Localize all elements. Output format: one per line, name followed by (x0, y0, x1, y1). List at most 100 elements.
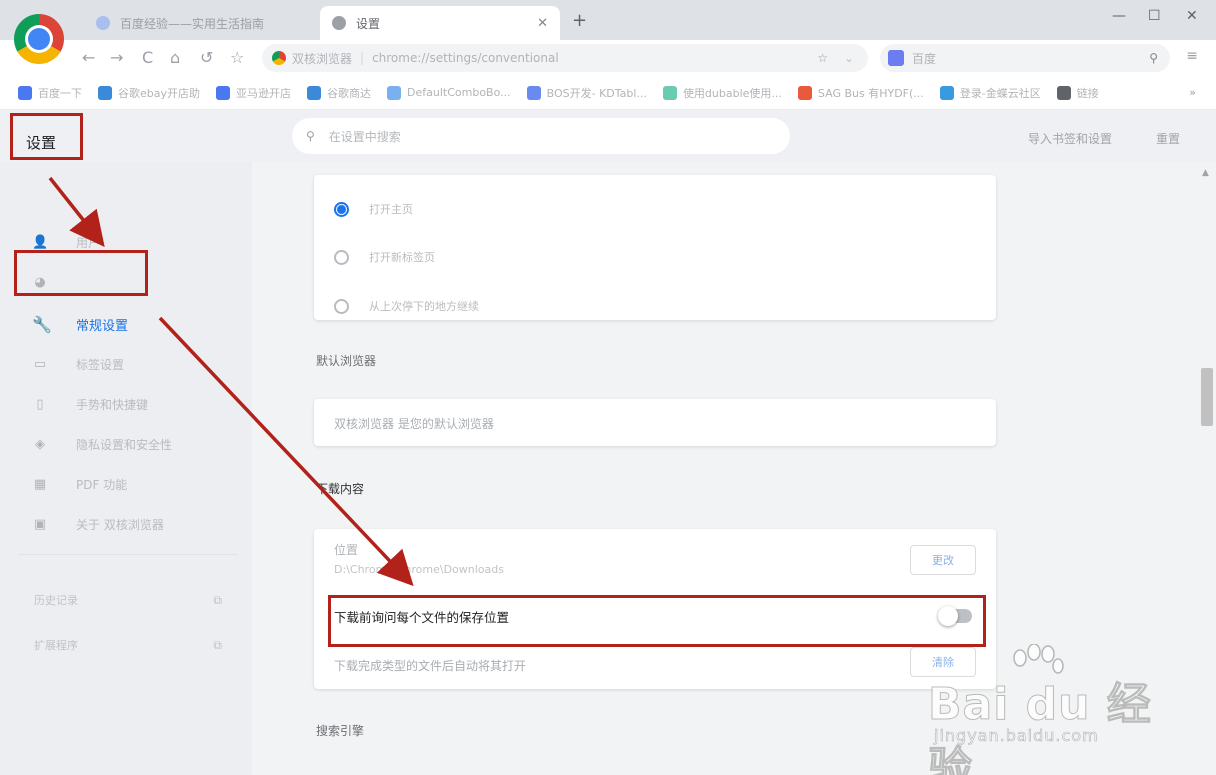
reload-icon[interactable]: C (142, 48, 153, 67)
bookmark-item[interactable]: 谷歌商达 (307, 85, 371, 101)
ask-save-location-row[interactable]: 下载前询问每个文件的保存位置 (314, 597, 996, 647)
bookmark-label: 百度一下 (38, 86, 82, 100)
bookmark-item[interactable]: BOS开发- KDTabl... (526, 85, 647, 101)
sidebar-item-palette[interactable]: ◕ (32, 270, 76, 294)
menu-icon[interactable]: ≡ (1186, 48, 1198, 64)
tab-icon: ▭ (33, 356, 47, 372)
sidebar-item-shield[interactable]: ◈ 隐私设置和安全性 (32, 432, 172, 456)
reset-link[interactable]: 重置 (1156, 130, 1180, 147)
shield-icon: ◈ (35, 436, 45, 452)
new-tab-button[interactable]: + (572, 10, 587, 31)
bookmark-icon (307, 85, 322, 100)
bookmark-item[interactable]: 谷歌ebay开店助 (98, 85, 200, 101)
sidebar-item-pdf[interactable]: ▦ PDF 功能 (32, 472, 127, 496)
scroll-thumb[interactable] (1201, 368, 1213, 426)
divider: | (360, 51, 365, 65)
url-text: chrome://settings/conventional (372, 51, 559, 65)
paw-icon (96, 16, 110, 30)
bookmark-label: 登录-金蝶云社区 (959, 86, 1041, 100)
sidebar-link-extensions[interactable]: 扩展程序 ⧉ (34, 635, 222, 655)
scrollbar[interactable]: ▲ (1198, 162, 1216, 775)
ask-save-location-label: 下载前询问每个文件的保存位置 (334, 610, 510, 625)
change-location-button[interactable]: 更改 (910, 545, 976, 575)
forward-icon[interactable]: → (110, 48, 123, 67)
bookmark-label: 链接 (1076, 86, 1099, 100)
sidebar-item-label: 手势和快捷键 (76, 397, 149, 412)
bookmark-icon (387, 85, 402, 100)
site-icon (272, 51, 286, 65)
startup-card: 打开主页 打开新标签页 从上次停下的地方继续 (314, 175, 996, 320)
bookmark-icon (18, 85, 32, 100)
sidebar-item-label: 用户 (76, 235, 101, 250)
sidebar-item-label: 隐私设置和安全性 (76, 437, 173, 452)
page-title: 设置 (26, 134, 57, 152)
section-downloads: 下载内容 (316, 482, 365, 496)
bookmark-item[interactable]: 使用dubable使用... (662, 85, 782, 101)
radio-button[interactable] (334, 298, 349, 314)
maximize-button[interactable]: ☐ (1148, 8, 1161, 24)
pdf-icon: ▦ (33, 476, 47, 492)
close-window-button[interactable]: ✕ (1186, 8, 1198, 24)
tab-settings[interactable]: 设置 ✕ (320, 6, 560, 40)
baidu-icon (888, 50, 904, 66)
undo-close-icon[interactable]: ↺ (200, 48, 213, 67)
search-engine-box[interactable]: 百度 ⚲ (880, 44, 1170, 72)
sidebar-item-label: 标签设置 (76, 357, 125, 372)
scroll-up-icon[interactable]: ▲ (1202, 168, 1209, 178)
back-icon[interactable]: ← (82, 48, 95, 67)
search-placeholder: 在设置中搜索 (328, 129, 401, 144)
radio-label: 打开新标签页 (369, 251, 435, 264)
radio-open-new-tab[interactable]: 打开新标签页 (334, 246, 435, 268)
bookmark-icon (98, 85, 112, 100)
bookmark-item[interactable]: DefaultComboBo... (387, 85, 511, 100)
search-icon[interactable]: ⚲ (1149, 51, 1158, 65)
sidebar-link-history[interactable]: 历史记录 ⧉ (34, 590, 222, 610)
tab-baidu-jingyan[interactable]: 百度经验——实用生活指南 (84, 6, 316, 40)
bookmark-star-icon[interactable]: ☆ (817, 51, 828, 65)
search-engine-placeholder: 百度 (912, 51, 937, 66)
import-bookmarks-link[interactable]: 导入书签和设置 (1028, 130, 1112, 147)
more-bookmarks-icon[interactable]: » (1189, 86, 1196, 99)
sidebar-item-mouse[interactable]: ▯ 手势和快捷键 (32, 392, 148, 416)
bookmark-label: BOS开发- KDTabl... (546, 86, 647, 100)
search-icon: ⚲ (306, 129, 315, 143)
bookmark-icon (662, 85, 677, 100)
home-icon[interactable]: ⌂ (170, 48, 180, 67)
sidebar-item-person[interactable]: 👤 用户 (32, 230, 100, 254)
sidebar-item-label: 关于 双核浏览器 (76, 517, 164, 532)
radio-continue[interactable]: 从上次停下的地方继续 (334, 295, 479, 317)
sidebar-item-wrench[interactable]: 🔧 常规设置 (32, 312, 128, 336)
chevron-down-icon[interactable]: ⌄ (844, 51, 854, 65)
address-bar[interactable]: 双核浏览器 | chrome://settings/conventional ☆… (262, 44, 868, 72)
tab-label: 设置 (356, 16, 381, 31)
bookmark-label: 使用dubable使用... (682, 86, 782, 100)
favorites-icon[interactable]: ☆ (230, 48, 244, 67)
bookmark-item[interactable]: 登录-金蝶云社区 (939, 85, 1041, 101)
radio-open-homepage[interactable]: 打开主页 (334, 198, 413, 220)
external-link-icon: ⧉ (213, 637, 222, 652)
radio-button[interactable] (334, 201, 349, 217)
section-default-browser: 默认浏览器 (316, 354, 377, 368)
default-browser-card: 双核浏览器 是您的默认浏览器 (314, 399, 996, 446)
sidebar-item-info[interactable]: ▣ 关于 双核浏览器 (32, 512, 164, 536)
bookmark-item[interactable]: 亚马逊开店 (216, 85, 291, 101)
title-bar: 百度经验——实用生活指南 设置 ✕ + — ☐ ✕ (0, 0, 1216, 40)
radio-button[interactable] (334, 249, 349, 265)
minimize-button[interactable]: — (1112, 8, 1126, 24)
ask-save-location-toggle[interactable] (938, 606, 972, 626)
palette-icon: ◕ (34, 274, 46, 290)
bookmark-item[interactable]: 百度一下 (18, 85, 82, 101)
bookmark-label: DefaultComboBo... (407, 86, 511, 99)
radio-label: 打开主页 (369, 203, 413, 216)
toggle-knob (938, 606, 958, 626)
radio-label: 从上次停下的地方继续 (369, 300, 479, 313)
settings-search-input[interactable]: ⚲ 在设置中搜索 (292, 118, 790, 154)
auto-open-text: 下载完成类型的文件后自动将其打开 (334, 659, 527, 673)
bookmarks-bar: 百度一下 谷歌ebay开店助 亚马逊开店 谷歌商达 DefaultComboBo... B… (0, 76, 1216, 110)
bookmark-item[interactable]: SAG Bus 有HYDF(... (797, 85, 924, 101)
sidebar-item-tab[interactable]: ▭ 标签设置 (32, 352, 124, 376)
bookmark-item[interactable]: 链接 (1056, 85, 1099, 101)
close-icon[interactable]: ✕ (537, 16, 548, 31)
mouse-icon: ▯ (36, 396, 44, 412)
baidu-watermark: Bai du 经验 jingyan.baidu.com (928, 640, 1158, 775)
